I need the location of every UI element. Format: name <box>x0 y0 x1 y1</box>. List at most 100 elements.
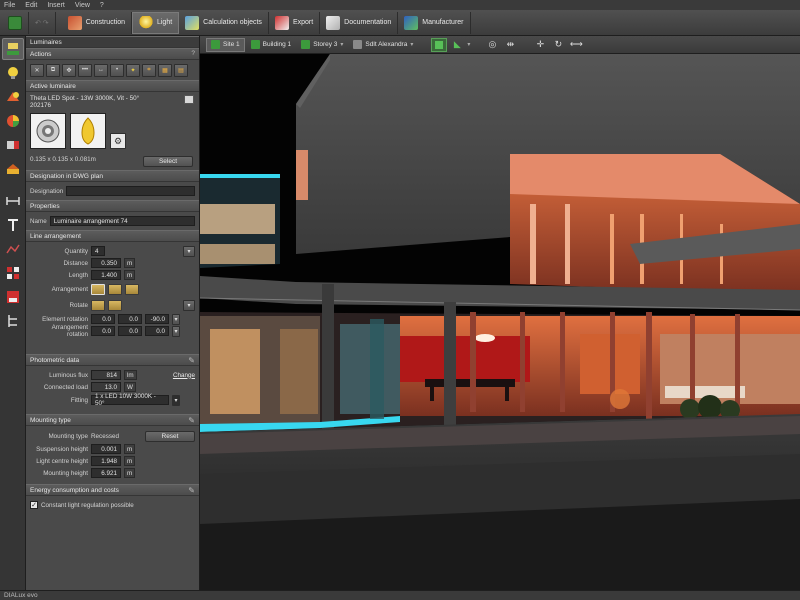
tree-tool[interactable] <box>2 310 24 332</box>
mode-construction-button[interactable]: Construction <box>62 11 132 34</box>
designation-input[interactable] <box>66 186 195 196</box>
menu-edit[interactable]: Edit <box>25 2 37 9</box>
action-line-button[interactable]: ↔ <box>94 63 108 77</box>
emergency-tool[interactable] <box>2 134 24 156</box>
tool-strip <box>0 36 26 590</box>
action-field-button[interactable]: ⌗ <box>142 63 156 77</box>
element-rotation-y[interactable]: 0.0 <box>118 314 142 324</box>
action-doc-button[interactable]: ▤ <box>174 63 188 77</box>
lines-tool[interactable] <box>2 238 24 260</box>
suspension-input[interactable]: 0.001 <box>91 444 121 454</box>
chevron-down-icon[interactable]: ▾ <box>467 41 470 48</box>
view-plan-button[interactable]: ◣ <box>449 38 465 52</box>
measure-tool[interactable] <box>2 190 24 212</box>
distance-input[interactable]: 0.350 <box>91 258 121 268</box>
zoom-extents-button[interactable]: ⇹ <box>502 38 518 52</box>
active-luminaire-title: Active luminaire <box>30 82 76 90</box>
pan-button[interactable]: ✛ <box>532 38 548 52</box>
designation-header[interactable]: Designation in DWG plan <box>26 170 199 182</box>
pin-icon[interactable]: ✎ <box>188 416 195 425</box>
action-move-button[interactable]: ✥ <box>62 63 76 77</box>
mode-export-button[interactable]: Export <box>269 11 321 34</box>
undo-button[interactable]: ↶ ↷ <box>29 11 56 34</box>
action-grid-button[interactable]: ▦ <box>158 63 172 77</box>
rotate-right-button[interactable] <box>108 299 122 311</box>
fit-view-button[interactable]: ◎ <box>484 38 500 52</box>
help-icon[interactable]: ? <box>191 50 195 57</box>
menu-file[interactable]: File <box>4 2 15 9</box>
arrangement-rotation-y[interactable]: 0.0 <box>118 326 142 336</box>
dwg-selector[interactable]: Sdlt Alexandra ▾ <box>349 38 417 52</box>
line-arrangement-header[interactable]: Line arrangement <box>26 230 199 242</box>
measure-button[interactable]: ⟷ <box>568 38 584 52</box>
view-tool[interactable] <box>2 286 24 308</box>
rotate-dropdown-button[interactable]: ▾ <box>183 299 195 311</box>
action-point-button[interactable]: • <box>110 63 124 77</box>
building-label: Building 1 <box>262 41 292 48</box>
photometric-header[interactable]: Photometric data ✎ <box>26 354 199 366</box>
active-luminaire-header[interactable]: Active luminaire <box>26 80 199 92</box>
mode-manufacturer-button[interactable]: Manufacturer <box>398 11 471 34</box>
light-scene-tool[interactable] <box>2 86 24 108</box>
color-tool[interactable] <box>2 110 24 132</box>
quantity-dropdown-button[interactable]: ▾ <box>183 245 195 257</box>
chevron-down-icon: ▾ <box>187 302 191 309</box>
luminaire-sheet-icon[interactable] <box>184 95 194 104</box>
element-rotation-x[interactable]: 0.0 <box>91 314 115 324</box>
pin-icon[interactable]: ✎ <box>188 356 195 365</box>
grid-tool[interactable] <box>2 262 24 284</box>
energy-header[interactable]: Energy consumption and costs ✎ <box>26 484 199 496</box>
element-rotation-button[interactable]: ▾ <box>172 313 180 325</box>
centre-label: Light centre height <box>36 457 88 465</box>
fitting-select[interactable]: 1 x LED 10W 3000K - 50° <box>91 393 169 407</box>
mode-documentation-button[interactable]: Documentation <box>320 11 399 34</box>
mounting-height-input[interactable]: 6.921 <box>91 468 121 478</box>
change-link[interactable]: Change <box>173 372 195 379</box>
arrangement-rotation-z[interactable]: 0.0 <box>145 326 169 336</box>
save-button[interactable] <box>2 11 29 34</box>
arrangement-rotation-button[interactable]: ▾ <box>172 325 180 337</box>
view-3d-button[interactable] <box>431 37 448 52</box>
mounting-header[interactable]: Mounting type ✎ <box>26 414 199 426</box>
lamp-tool[interactable] <box>2 62 24 84</box>
daylight-tool[interactable] <box>2 158 24 180</box>
mode-export-label: Export <box>292 19 314 26</box>
actions-header[interactable]: Actions ? <box>26 48 199 60</box>
site-selector[interactable]: Site 1 <box>206 37 245 52</box>
reset-button[interactable]: Reset <box>145 430 195 442</box>
mode-calculation-button[interactable]: Calculation objects <box>179 11 269 34</box>
pin-icon[interactable]: ✎ <box>188 486 195 495</box>
arrangement-option-3[interactable] <box>125 283 139 295</box>
doc-icon: ▤ <box>178 67 184 74</box>
luminaire-detail-button[interactable]: ⚙ <box>110 133 126 149</box>
rotate-left-button[interactable] <box>91 299 105 311</box>
menu-insert[interactable]: Insert <box>47 2 65 9</box>
name-input[interactable]: Luminaire arrangement 74 <box>49 216 195 226</box>
action-delete-button[interactable]: ✕ <box>30 63 44 77</box>
centre-input[interactable]: 1.948 <box>91 456 121 466</box>
properties-header[interactable]: Properties <box>26 200 199 212</box>
arrangement-rotation-x[interactable]: 0.0 <box>91 326 115 336</box>
building-render <box>200 54 800 590</box>
fitting-dropdown-button[interactable]: ▾ <box>172 394 180 406</box>
storey-selector[interactable]: Storey 3 ▾ <box>297 38 347 52</box>
menu-help[interactable]: ? <box>100 2 104 9</box>
mode-light-button[interactable]: Light <box>131 11 180 34</box>
copy-icon: ⧉ <box>50 66 56 73</box>
action-wand-button[interactable]: ✦ <box>126 63 140 77</box>
3d-viewport[interactable] <box>200 54 800 590</box>
action-copy-button[interactable]: ⧉ <box>46 63 60 77</box>
text-tool[interactable] <box>2 214 24 236</box>
length-input[interactable]: 1.400 <box>91 270 121 280</box>
action-arrange-button[interactable]: ••• <box>78 63 92 77</box>
menu-view[interactable]: View <box>75 2 90 9</box>
select-luminaire-button[interactable]: Select <box>143 156 193 167</box>
quantity-input[interactable]: 4 <box>91 246 105 256</box>
arrangement-option-2[interactable] <box>108 283 122 295</box>
luminaires-tool[interactable] <box>1 38 24 60</box>
orbit-button[interactable]: ↻ <box>550 38 566 52</box>
element-rotation-z[interactable]: -90.0 <box>145 314 169 324</box>
arrangement-option-1[interactable] <box>91 283 105 295</box>
constant-light-checkbox[interactable]: ✓ <box>30 501 38 509</box>
building-selector[interactable]: Building 1 <box>247 38 296 52</box>
